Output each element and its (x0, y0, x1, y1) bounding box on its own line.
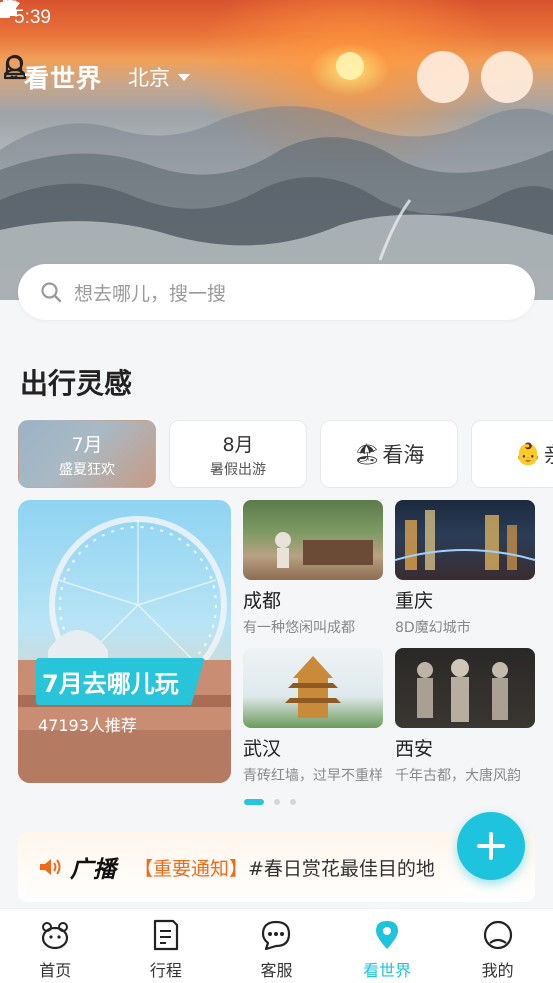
home-face-icon (42, 922, 69, 950)
baby-icon: 👶 (515, 441, 542, 466)
brand-title: 看世界 (21, 59, 105, 95)
hero-banner: 5:39 看世界 北京 (0, 0, 553, 300)
carousel-dot-3[interactable] (290, 799, 296, 805)
nav-label-home: 首页 (39, 961, 72, 980)
nav-label-explore: 看世界 (363, 961, 412, 980)
city-name-chongqing: 重庆 (395, 590, 434, 612)
chongqing-scene (395, 510, 535, 570)
inspiration-tabs: 7月 盛夏狂欢 8月 暑假出游 🏖 看海 👶 亲 (18, 420, 553, 488)
nav-label-profile: 我的 (481, 961, 514, 980)
speaker-icon (40, 859, 61, 875)
chongqing-photo (395, 500, 535, 580)
beach-umbrella-icon: 🏖 (353, 441, 381, 466)
tab-july[interactable]: 7月 盛夏狂欢 (18, 420, 156, 488)
plus-icon (477, 832, 505, 860)
ferris-wheel-image (18, 516, 231, 783)
city-selector[interactable]: 北京 (128, 62, 191, 92)
add-button[interactable] (457, 812, 525, 880)
terracotta-warriors (417, 659, 508, 722)
feature-card[interactable]: 7月去哪儿玩 47193人推荐 (18, 500, 231, 783)
city-name: 北京 (128, 66, 171, 90)
chat-icon (262, 920, 291, 951)
battery-icon (0, 0, 10, 18)
xian-photo (395, 648, 535, 728)
carousel-dot-2[interactable] (274, 799, 280, 805)
notification-button[interactable] (3, 51, 469, 103)
profile-button[interactable] (3, 51, 533, 103)
location-pin-icon (376, 921, 399, 949)
tab-august[interactable]: 8月 暑假出游 (169, 420, 307, 488)
city-desc-chengdu: 有一种悠闲叫成都 (243, 620, 355, 636)
tab-sea[interactable]: 🏖 看海 (320, 420, 458, 488)
itinerary-icon (153, 919, 178, 951)
city-desc-xian: 千年古都，大唐风韵 (395, 768, 521, 784)
city-card-chongqing[interactable]: 重庆 8D魔幻城市 (395, 500, 535, 637)
search-icon (41, 282, 62, 303)
status-bar: 5:39 (0, 0, 553, 36)
nav-item-explore[interactable]: 看世界 (332, 909, 443, 983)
feature-title: 7月去哪儿玩 (36, 658, 205, 705)
top-bar: 看世界 北京 (0, 51, 553, 103)
tab-august-title: 8月 (222, 433, 254, 456)
city-card-chengdu[interactable]: 成都 有一种悠闲叫成都 (243, 500, 383, 637)
nav-label-itinerary: 行程 (149, 961, 182, 980)
tab-july-sub: 盛夏狂欢 (59, 461, 115, 478)
search-bar[interactable]: 想去哪儿，搜一搜 (18, 264, 535, 320)
nav-item-home[interactable]: 首页 (0, 909, 111, 983)
carousel-dot-1[interactable] (244, 799, 264, 805)
broadcast-label: 广播 (70, 857, 116, 883)
mountain-landscape-image (0, 52, 553, 300)
profile-icon (483, 920, 512, 950)
section-title: 出行灵感 (20, 367, 133, 400)
tab-family-label: 亲 (544, 439, 553, 469)
city-card-xian[interactable]: 西安 千年古都，大唐风韵 (395, 648, 535, 785)
search-placeholder: 想去哪儿，搜一搜 (74, 282, 227, 305)
nav-item-itinerary[interactable]: 行程 (111, 909, 222, 983)
tab-sea-label: 看海 (382, 443, 425, 467)
city-desc-chongqing: 8D魔幻城市 (395, 620, 471, 636)
tab-july-title: 7月 (71, 433, 103, 456)
caret-down-icon (178, 73, 191, 81)
wuhan-photo (243, 648, 383, 728)
city-name-wuhan: 武汉 (243, 738, 282, 760)
nav-label-service: 客服 (260, 961, 293, 980)
tab-family[interactable]: 👶 亲 (471, 420, 553, 488)
nav-item-profile[interactable]: 我的 (442, 909, 553, 983)
carousel-dots (244, 799, 296, 805)
chengdu-photo (243, 500, 383, 580)
broadcast-message: #春日赏花最佳目的地 (248, 857, 435, 880)
city-card-wuhan[interactable]: 武汉 青砖红墙，过早不重样 (243, 648, 383, 785)
chengdu-scene (275, 532, 373, 568)
nav-item-service[interactable]: 客服 (221, 909, 332, 983)
city-name-xian: 西安 (395, 738, 434, 760)
tab-august-sub: 暑假出游 (210, 461, 266, 478)
city-name-chengdu: 成都 (243, 590, 282, 612)
broadcast-notice: 【重要通知】 (134, 857, 249, 880)
yellow-crane-tower (285, 656, 341, 718)
feature-subtitle: 47193人推荐 (38, 716, 137, 735)
city-desc-wuhan: 青砖红墙，过早不重样 (243, 768, 383, 784)
bottom-nav: 首页 行程 客服 看世界 我的 (0, 908, 553, 983)
